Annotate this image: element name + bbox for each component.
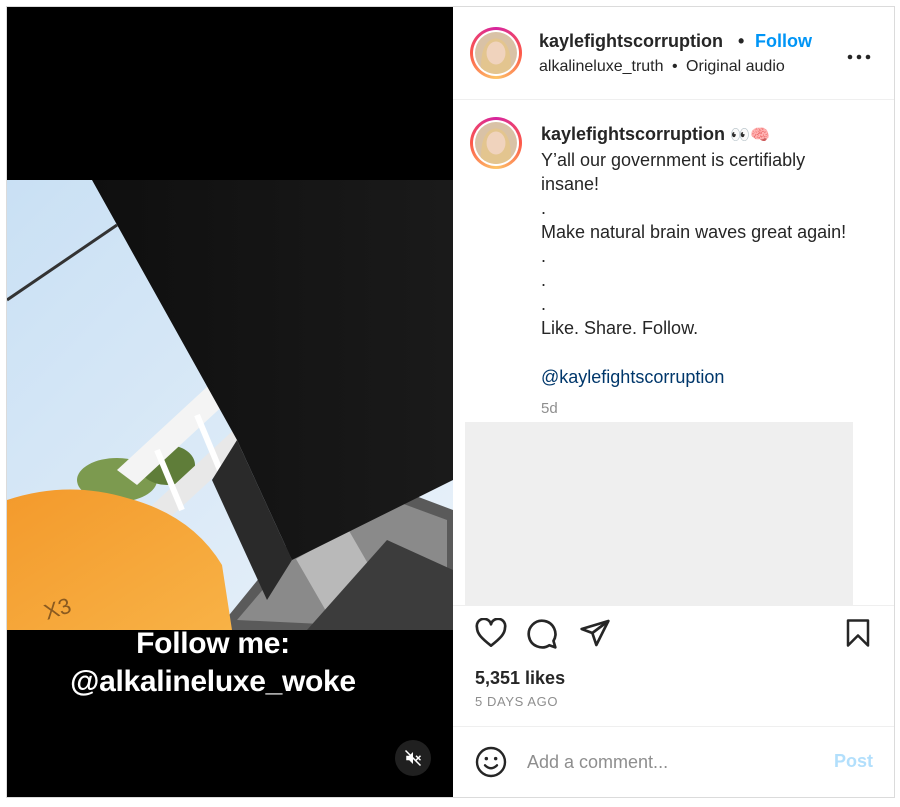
comment-icon xyxy=(527,619,557,649)
heart-icon xyxy=(475,617,507,648)
smiley-icon xyxy=(475,746,507,778)
caption-username-line: kaylefightscorruption 👀🧠 xyxy=(541,124,770,145)
audio-label[interactable]: Original audio xyxy=(686,58,785,75)
video-player[interactable]: X3 Follow me: @alkalineluxe_woke xyxy=(7,7,453,797)
header-username[interactable]: kaylefightscorruption xyxy=(539,31,723,52)
follow-button[interactable]: Follow xyxy=(755,31,812,52)
post-dialog: X3 Follow me: @alkalineluxe_woke kaylefi… xyxy=(6,6,895,798)
video-frame: X3 xyxy=(7,180,453,630)
post-sidebar: kaylefightscorruption • Follow alkalinel… xyxy=(453,7,894,797)
speaker-muted-icon xyxy=(404,749,422,767)
content-placeholder xyxy=(465,422,853,605)
caption-text: Y’all our government is certifiably insa… xyxy=(541,150,847,338)
audio-line: alkalineluxe_truth • Original audio xyxy=(539,58,785,76)
post-header: kaylefightscorruption • Follow alkalinel… xyxy=(453,7,894,100)
emoji-button[interactable] xyxy=(475,746,507,783)
bookmark-icon xyxy=(846,619,870,647)
action-bar: 5,351 likes 5 DAYS AGO xyxy=(453,605,894,725)
likes-count[interactable]: 5,351 likes xyxy=(475,668,565,689)
post-comment-button[interactable]: Post xyxy=(834,751,873,772)
like-button[interactable] xyxy=(475,617,507,653)
video-overlay-caption: Follow me: @alkalineluxe_woke xyxy=(7,625,419,701)
more-options-icon xyxy=(847,54,871,60)
more-options-button[interactable] xyxy=(847,47,871,65)
audio-separator: • xyxy=(671,58,678,75)
caption-avatar[interactable] xyxy=(470,117,522,169)
overlay-line-1: Follow me: xyxy=(136,627,290,660)
post-date: 5 DAYS AGO xyxy=(475,694,559,709)
save-button[interactable] xyxy=(845,618,871,653)
share-icon xyxy=(580,619,610,647)
caption-username[interactable]: kaylefightscorruption xyxy=(541,124,725,144)
comment-composer: Post xyxy=(453,726,894,797)
share-button[interactable] xyxy=(579,618,611,653)
audio-user[interactable]: alkalineluxe_truth xyxy=(539,58,664,75)
caption-emojis: 👀🧠 xyxy=(730,127,770,144)
mute-button[interactable] xyxy=(395,740,431,776)
comment-button[interactable] xyxy=(526,618,558,655)
caption-timestamp[interactable]: 5d xyxy=(541,400,558,417)
avatar[interactable] xyxy=(470,27,522,79)
overlay-line-2: @alkalineluxe_woke xyxy=(70,665,356,698)
caption-mention[interactable]: @kaylefightscorruption xyxy=(541,367,724,388)
header-separator: • xyxy=(738,31,745,51)
comment-input[interactable] xyxy=(527,749,817,775)
